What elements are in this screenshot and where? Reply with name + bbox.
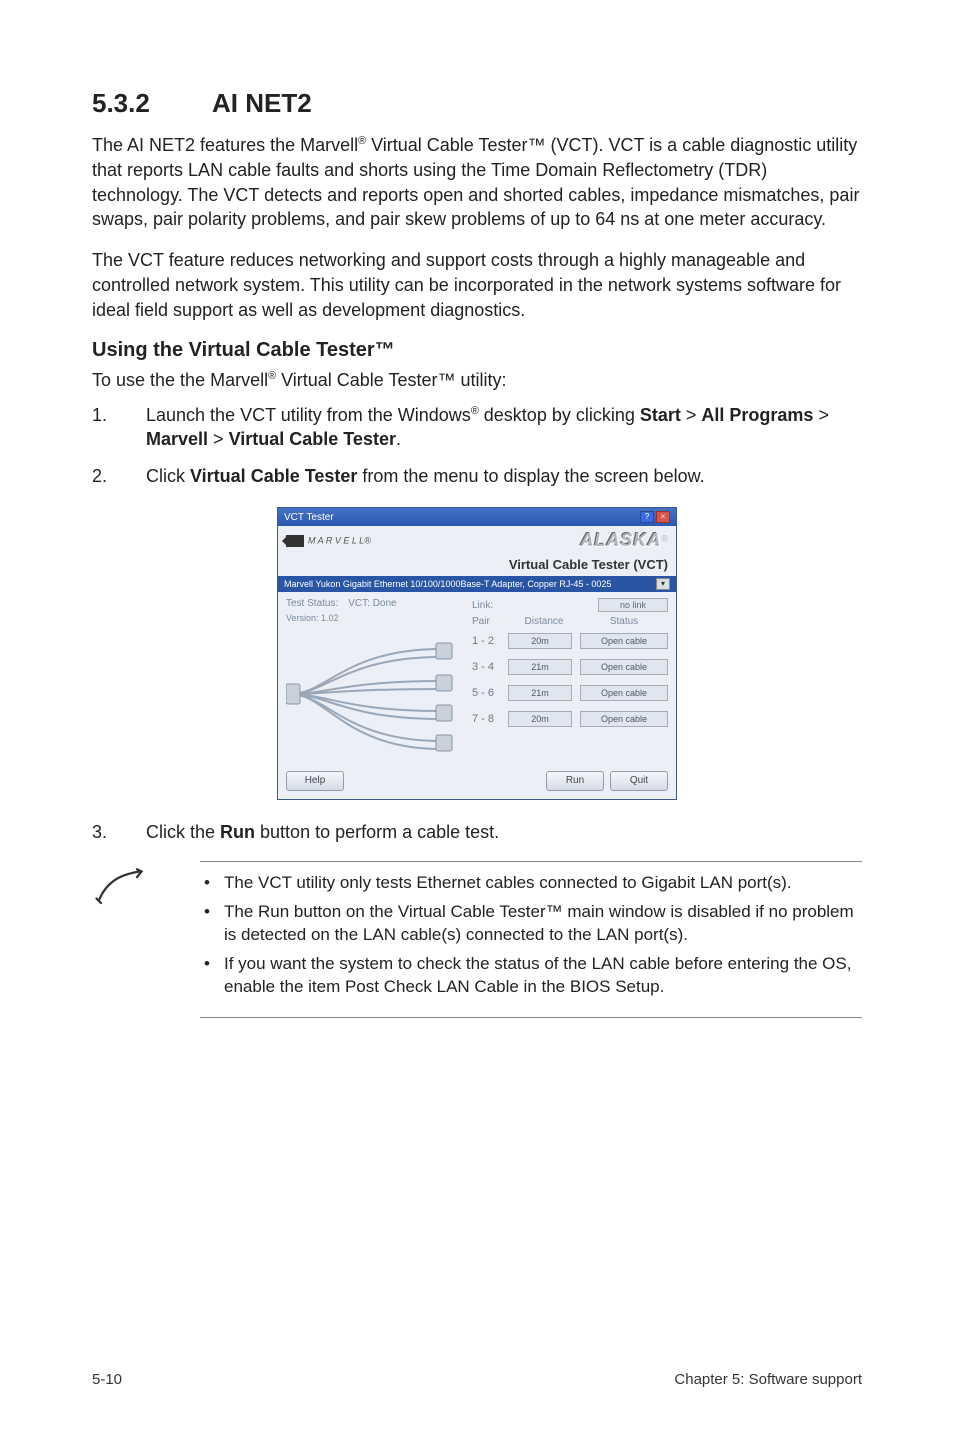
paragraph-2: The VCT feature reduces networking and s…	[92, 248, 862, 322]
pair-cell: 7 - 8	[472, 713, 508, 725]
alaska-logo: ALASKA®	[580, 530, 668, 551]
test-status-value: VCT: Done	[348, 598, 396, 609]
paragraph-3: To use the the Marvell® Virtual Cable Te…	[92, 368, 862, 393]
s1-gt1: >	[681, 405, 702, 425]
test-status-row: Test Status: VCT: Done	[286, 598, 466, 609]
marvell-text: M A R V E L L®	[308, 535, 371, 545]
vct-left: Test Status: VCT: Done Version: 1.02	[286, 598, 466, 759]
p3-b: Virtual Cable Tester™ utility:	[276, 370, 506, 390]
steps-list-cont: Click the Run button to perform a cable …	[92, 820, 862, 845]
vct-footer: Help Run Quit	[278, 767, 676, 799]
col-pair: Pair	[472, 616, 508, 627]
p3-a: To use the the Marvell	[92, 370, 268, 390]
pair-cell: 5 - 6	[472, 687, 508, 699]
status-cell: Open cable	[580, 633, 668, 649]
table-row: 7 - 8 20m Open cable	[472, 711, 668, 727]
link-label: Link:	[472, 600, 493, 611]
marvell-logo: M A R V E L L®	[286, 535, 371, 547]
table-row: 3 - 4 21m Open cable	[472, 659, 668, 675]
pair-cell: 3 - 4	[472, 661, 508, 673]
vct-subtitle: Virtual Cable Tester (VCT)	[278, 557, 676, 576]
s3-a: Click the	[146, 822, 220, 842]
note-item: The VCT utility only tests Ethernet cabl…	[200, 872, 862, 895]
reg-mark-3: ®	[471, 405, 479, 417]
chip-icon	[286, 535, 304, 547]
p1-a: The AI NET2 features the Marvell	[92, 135, 358, 155]
vct-right: Link: no link Pair Distance Status 1 - 2…	[472, 598, 668, 759]
paragraph-1: The AI NET2 features the Marvell® Virtua…	[92, 133, 862, 232]
pair-cell: 1 - 2	[472, 635, 508, 647]
link-value: no link	[598, 598, 668, 612]
page-footer: 5-10 Chapter 5: Software support	[92, 1371, 862, 1388]
note-block: The VCT utility only tests Ethernet cabl…	[200, 861, 862, 1018]
distance-cell: 20m	[508, 633, 572, 649]
s1-gt3: >	[208, 429, 229, 449]
distance-cell: 20m	[508, 711, 572, 727]
col-distance: Distance	[508, 616, 580, 627]
s1-a: Launch the VCT utility from the Windows	[146, 405, 471, 425]
note-list: The VCT utility only tests Ethernet cabl…	[200, 872, 862, 1005]
page-number: 5-10	[92, 1371, 122, 1388]
titlebar-controls: ? ×	[640, 511, 670, 523]
distance-cell: 21m	[508, 685, 572, 701]
s1-marv: Marvell	[146, 429, 208, 449]
s1-b: desktop by clicking	[479, 405, 640, 425]
version-row: Version: 1.02	[286, 613, 466, 623]
note-icon	[92, 857, 146, 913]
status-cell: Open cable	[580, 659, 668, 675]
cable-diagram	[286, 629, 456, 759]
table-row: 1 - 2 20m Open cable	[472, 633, 668, 649]
section-heading: 5.3.2AI NET2	[92, 88, 862, 119]
distance-cell: 21m	[508, 659, 572, 675]
steps-list: Launch the VCT utility from the Windows®…	[92, 403, 862, 489]
reg-mark-2: ®	[268, 370, 276, 382]
status-cell: Open cable	[580, 685, 668, 701]
subheading: Using the Virtual Cable Tester™	[92, 339, 862, 362]
step-2: Click Virtual Cable Tester from the menu…	[92, 464, 862, 489]
s1-vct: Virtual Cable Tester	[229, 429, 396, 449]
note-item: The Run button on the Virtual Cable Test…	[200, 901, 862, 947]
footer-right-buttons: Run Quit	[546, 771, 668, 791]
s1-start: Start	[640, 405, 681, 425]
s3-b: Run	[220, 822, 255, 842]
vct-title: VCT Tester	[284, 512, 334, 523]
section-title: AI NET2	[212, 88, 312, 118]
status-cell: Open cable	[580, 711, 668, 727]
link-row: Link: no link	[472, 598, 668, 612]
alaska-text: ALASKA	[580, 530, 661, 550]
step-1: Launch the VCT utility from the Windows®…	[92, 403, 862, 453]
s2-c: from the menu to display the screen belo…	[357, 466, 704, 486]
s3-c: button to perform a cable test.	[255, 822, 499, 842]
run-button[interactable]: Run	[546, 771, 604, 791]
vct-screenshot: VCT Tester ? × M A R V E L L® ALASKA® Vi…	[92, 507, 862, 800]
section-number: 5.3.2	[92, 88, 212, 119]
chapter-label: Chapter 5: Software support	[674, 1371, 862, 1388]
adapter-bar: Marvell Yukon Gigabit Ethernet 10/100/10…	[278, 576, 676, 592]
s1-dot: .	[396, 429, 401, 449]
alaska-reg: ®	[661, 534, 668, 544]
s1-all: All Programs	[701, 405, 813, 425]
vct-header: M A R V E L L® ALASKA®	[278, 526, 676, 557]
s2-b: Virtual Cable Tester	[190, 466, 357, 486]
test-status-label: Test Status:	[286, 598, 338, 609]
vct-window: VCT Tester ? × M A R V E L L® ALASKA® Vi…	[277, 507, 677, 800]
note-block-outer: The VCT utility only tests Ethernet cabl…	[92, 857, 862, 1018]
s2-a: Click	[146, 466, 190, 486]
s1-gt2: >	[813, 405, 829, 425]
quit-button[interactable]: Quit	[610, 771, 668, 791]
columns-header: Pair Distance Status	[472, 616, 668, 627]
step-3: Click the Run button to perform a cable …	[92, 820, 862, 845]
reg-mark: ®	[358, 135, 366, 147]
vct-titlebar: VCT Tester ? ×	[278, 508, 676, 526]
help-button[interactable]: Help	[286, 771, 344, 791]
col-status: Status	[580, 616, 668, 627]
close-icon[interactable]: ×	[656, 511, 670, 523]
note-item: If you want the system to check the stat…	[200, 953, 862, 999]
dropdown-icon[interactable]: ▾	[656, 578, 670, 590]
adapter-name: Marvell Yukon Gigabit Ethernet 10/100/10…	[284, 579, 611, 589]
help-icon[interactable]: ?	[640, 511, 654, 523]
table-row: 5 - 6 21m Open cable	[472, 685, 668, 701]
vct-body: Test Status: VCT: Done Version: 1.02	[278, 592, 676, 767]
